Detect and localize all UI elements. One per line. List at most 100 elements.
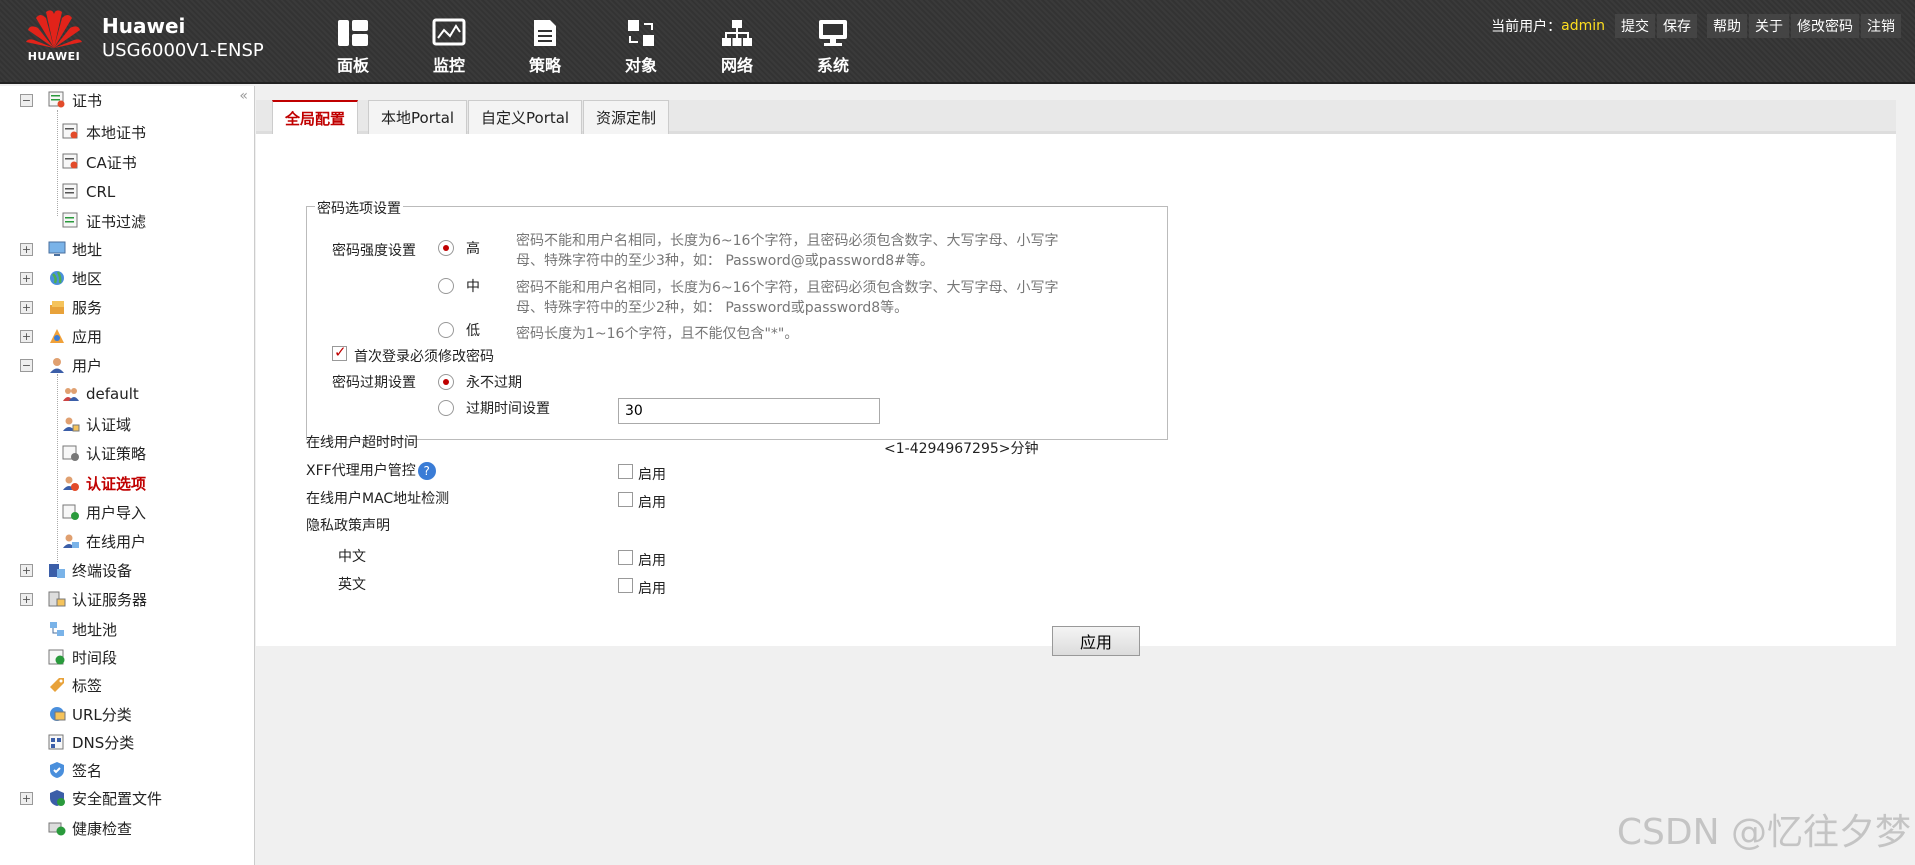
timeout-label: 在线用户超时时间 — [306, 435, 418, 451]
tree-cert-filter[interactable]: 证书过滤 — [62, 210, 146, 232]
tree-terminal-device[interactable]: + 终端设备 — [20, 559, 132, 581]
tree-application[interactable]: + 应用 — [20, 325, 102, 347]
help-icon[interactable]: ? — [417, 462, 436, 480]
strength-high-radio[interactable] — [438, 240, 454, 256]
tree-service[interactable]: + 服务 — [20, 296, 102, 318]
tree-label: 认证选项 — [86, 474, 147, 493]
collapse-icon[interactable]: − — [20, 93, 33, 107]
tree-label: 认证域 — [86, 415, 132, 434]
security-profile-icon — [48, 789, 66, 807]
tree-health-check[interactable]: 健康检查 — [48, 817, 132, 839]
first-login-change-checkbox[interactable] — [332, 343, 347, 361]
tree-auth-policy[interactable]: 认证策略 — [62, 442, 146, 464]
network-icon — [722, 20, 752, 46]
region-icon — [48, 269, 66, 287]
about-link[interactable]: 关于 — [1749, 14, 1789, 38]
tree-time-range[interactable]: 时间段 — [48, 646, 117, 668]
fieldset-legend: 密码选项设置 — [315, 198, 403, 218]
tree-label: 证书过滤 — [86, 212, 147, 231]
xff-enable-label: 启用 — [638, 467, 666, 483]
privacy-cn-enable-label: 启用 — [638, 553, 666, 569]
xff-enable-checkbox[interactable] — [618, 464, 633, 479]
mac-enable-checkbox[interactable] — [618, 492, 633, 507]
tab-custom-portal[interactable]: 自定义Portal — [468, 100, 583, 134]
xff-label: XFF代理用户管控? — [306, 460, 436, 480]
nav-network[interactable]: 网络 — [689, 18, 785, 76]
expand-icon[interactable]: + — [20, 329, 33, 343]
nav-system[interactable]: 系统 — [785, 18, 881, 76]
expire-time-label: 过期时间设置 — [466, 401, 550, 417]
tree-address[interactable]: + 地址 — [20, 238, 102, 260]
tree-user[interactable]: − 用户 — [20, 354, 102, 376]
privacy-en-checkbox[interactable] — [618, 578, 633, 593]
tree-label: 安全配置文件 — [72, 789, 163, 808]
collapse-sidebar-icon[interactable]: « — [239, 88, 248, 104]
tree-label: 在线用户 — [86, 532, 147, 551]
logout-link[interactable]: 注销 — [1861, 14, 1901, 38]
privacy-en-enable-label: 启用 — [638, 581, 666, 597]
auth-server-icon — [48, 590, 66, 608]
tree-user-import[interactable]: 用户导入 — [62, 501, 146, 523]
privacy-label: 隐私政策声明 — [306, 518, 390, 534]
expand-icon[interactable]: + — [20, 791, 33, 805]
expire-time-radio[interactable] — [438, 400, 454, 416]
expand-icon[interactable]: + — [20, 300, 33, 314]
tree-local-cert[interactable]: 本地证书 — [62, 121, 146, 143]
tree-ca-cert[interactable]: CA证书 — [62, 151, 137, 173]
apply-button[interactable]: 应用 — [1052, 626, 1140, 656]
privacy-cn-label: 中文 — [338, 549, 366, 565]
strength-mid-radio[interactable] — [438, 278, 454, 294]
tree-crl[interactable]: CRL — [62, 181, 115, 203]
timeout-input[interactable] — [618, 398, 880, 424]
strength-low-radio[interactable] — [438, 322, 454, 338]
tree-label: CRL — [86, 183, 116, 201]
user-icon — [48, 356, 66, 374]
address-icon — [48, 240, 66, 258]
tree-region[interactable]: + 地区 — [20, 267, 102, 289]
tree-default[interactable]: default — [62, 383, 139, 405]
tree-label: CA证书 — [86, 153, 137, 172]
strength-low-label: 低 — [466, 323, 480, 339]
tree-tag[interactable]: 标签 — [48, 674, 102, 696]
tree-label: DNS分类 — [72, 733, 135, 752]
expand-icon[interactable]: + — [20, 242, 33, 256]
help-link[interactable]: 帮助 — [1707, 14, 1747, 38]
tree-security-profile[interactable]: + 安全配置文件 — [20, 787, 162, 809]
nav-monitor[interactable]: 监控 — [401, 18, 497, 76]
collapse-icon[interactable]: − — [20, 358, 33, 372]
strength-high-desc: 密码不能和用户名相同，长度为6~16个字符，且密码必须包含数字、大写字母、小写字… — [516, 233, 1059, 269]
nav-object[interactable]: 对象 — [593, 18, 689, 76]
auth-domain-icon — [62, 415, 80, 433]
tab-local-portal[interactable]: 本地Portal — [368, 100, 468, 134]
tree-label: 应用 — [72, 327, 103, 346]
tree-cert[interactable]: − 证书 — [20, 89, 102, 111]
expand-icon[interactable]: + — [20, 592, 33, 606]
dashboard-icon — [338, 20, 368, 46]
nav-policy[interactable]: 策略 — [497, 18, 593, 76]
privacy-cn-checkbox[interactable] — [618, 550, 633, 565]
tree-label: 服务 — [72, 298, 103, 317]
expire-never-radio[interactable] — [438, 374, 454, 390]
submit-link[interactable]: 提交 — [1615, 14, 1655, 38]
tree-label: 认证策略 — [86, 444, 147, 463]
tree-url-category[interactable]: URL分类 — [48, 703, 132, 725]
strength-low-desc: 密码长度为1~16个字符，且不能仅包含"*"。 — [516, 326, 799, 342]
tree-label: 本地证书 — [86, 123, 147, 142]
tab-resource-custom[interactable]: 资源定制 — [583, 100, 670, 134]
tree-address-pool[interactable]: 地址池 — [48, 618, 117, 640]
tree-signature[interactable]: 签名 — [48, 759, 102, 781]
tree-dns-category[interactable]: DNS分类 — [48, 731, 134, 753]
tab-global-config[interactable]: 全局配置 — [272, 100, 359, 134]
change-password-link[interactable]: 修改密码 — [1791, 14, 1859, 38]
tree-auth-server[interactable]: + 认证服务器 — [20, 588, 147, 610]
tree-online-user[interactable]: 在线用户 — [62, 530, 146, 552]
system-icon — [819, 20, 847, 46]
save-link[interactable]: 保存 — [1657, 14, 1697, 38]
tree-label: 时间段 — [72, 648, 118, 667]
nav-dashboard[interactable]: 面板 — [305, 18, 401, 76]
expand-icon[interactable]: + — [20, 271, 33, 285]
expand-icon[interactable]: + — [20, 563, 33, 577]
tree-label: 用户 — [72, 356, 103, 375]
tree-auth-options[interactable]: 认证选项 — [62, 472, 146, 494]
tree-auth-domain[interactable]: 认证域 — [62, 413, 131, 435]
